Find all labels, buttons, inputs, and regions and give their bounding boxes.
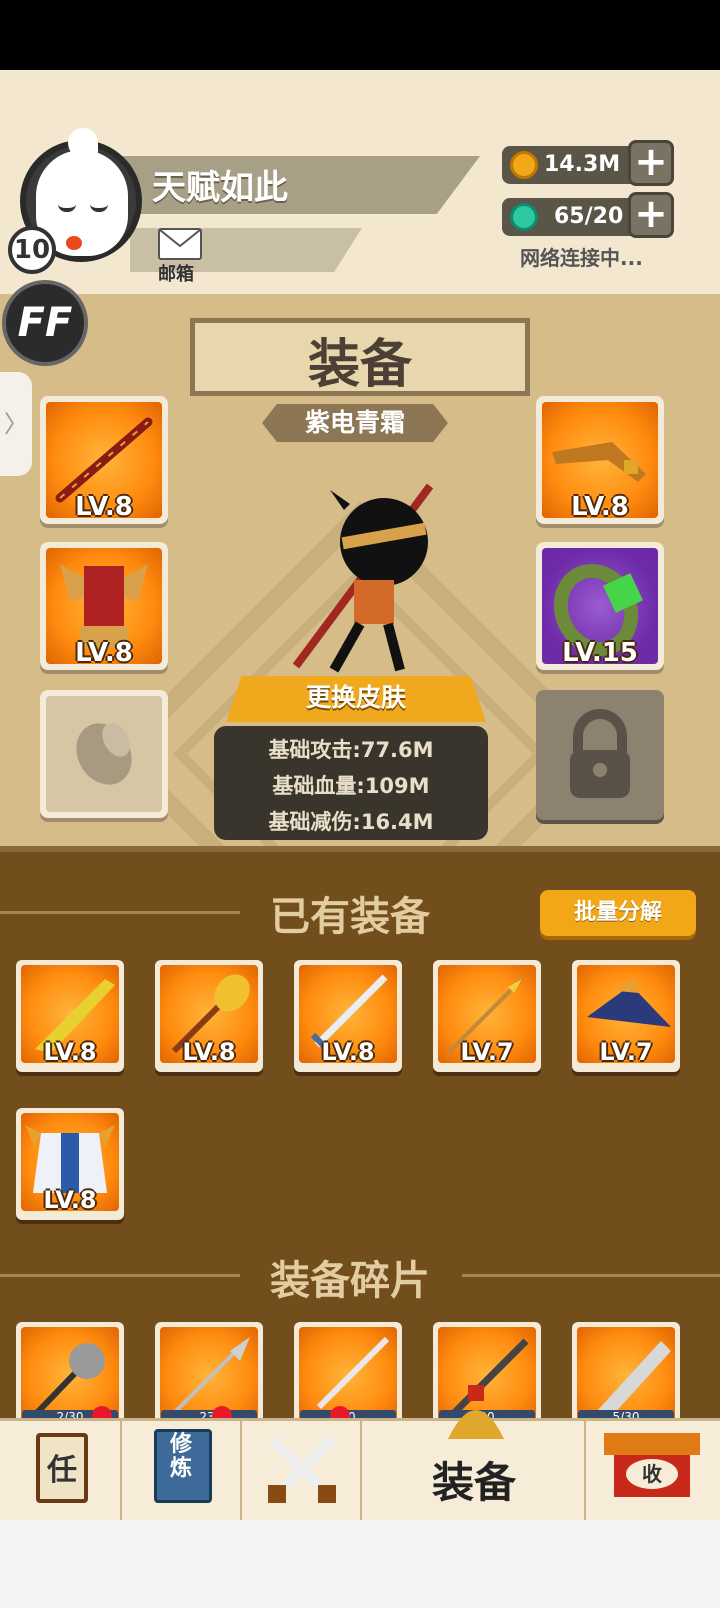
fragments-title: 装备碎片 <box>270 1258 430 1304</box>
inventory-item[interactable]: LV.8 <box>16 1108 124 1220</box>
slot-empty[interactable] <box>40 690 168 818</box>
slot-locked[interactable] <box>536 690 664 820</box>
item-level: LV.8 <box>43 1038 97 1066</box>
player-level-badge: 10 <box>8 226 56 274</box>
hero-character <box>290 470 450 680</box>
add-gold-button[interactable]: + <box>628 140 674 186</box>
stats-panel: 基础攻击:77.6M 基础血量:109M 基础减伤:16.4M <box>214 726 488 840</box>
coin-icon <box>510 151 538 179</box>
inventory-item[interactable]: LV.8 <box>155 960 263 1072</box>
skin-name: 紫电青霜 <box>304 408 405 437</box>
mail-icon[interactable] <box>158 228 202 260</box>
slot-armor[interactable]: LV.8 <box>40 542 168 670</box>
fragment-item[interactable]: 23/ <box>155 1322 263 1420</box>
owned-equipment-title: 已有装备 <box>270 894 430 940</box>
ff-button[interactable]: FF <box>2 280 88 366</box>
stat-hp: 基础血量:109M <box>272 774 430 798</box>
slot-level: LV.8 <box>571 492 629 522</box>
side-drawer-tab[interactable]: 〉 <box>0 372 32 476</box>
slot-accessory[interactable]: LV.8 <box>536 396 664 524</box>
helmet-icon <box>448 1385 504 1439</box>
stat-reduction: 基础减伤:16.4M <box>268 810 434 834</box>
slot-level: LV.8 <box>75 638 133 668</box>
lock-icon <box>570 709 630 798</box>
item-level: LV.7 <box>460 1038 514 1066</box>
gem-amount: 65/20 <box>554 204 624 229</box>
bottom-nav: 任 修炼 装备 收 <box>0 1385 720 1523</box>
nav-tab-tasks[interactable]: 任 <box>0 1421 122 1523</box>
nav-tab-shop[interactable]: 收 <box>586 1421 720 1523</box>
crossed-swords-icon <box>268 1435 336 1503</box>
status-bar <box>0 0 720 70</box>
nav-tab-equipment[interactable]: 装备 <box>362 1385 586 1523</box>
inventory-item[interactable]: LV.7 <box>572 960 680 1072</box>
add-gem-button[interactable]: + <box>628 192 674 238</box>
change-skin-label[interactable]: 更换皮肤 <box>226 678 486 714</box>
player-name: 天赋如此 <box>152 168 288 208</box>
fragment-item[interactable]: 30 <box>294 1322 402 1420</box>
fragments-row: 2/30 23/ 30 30 5/30 <box>0 1320 720 1420</box>
system-nav-area <box>0 1520 720 1608</box>
nav-tab-cultivate[interactable]: 修炼 <box>122 1421 242 1523</box>
shop-roof-icon <box>604 1433 700 1455</box>
item-level: LV.8 <box>182 1038 236 1066</box>
item-level: LV.8 <box>321 1038 375 1066</box>
stat-attack: 基础攻击:77.6M <box>268 738 434 762</box>
inventory-item[interactable]: LV.8 <box>16 960 124 1072</box>
blade-icon <box>316 1336 390 1410</box>
fragment-item[interactable]: 2/30 <box>16 1322 124 1420</box>
gold-amount: 14.3M <box>544 152 621 177</box>
slot-ring[interactable]: LV.15 <box>536 542 664 670</box>
equipment-title: 装备 <box>307 335 412 395</box>
gem-icon <box>510 203 538 231</box>
network-status: 网络连接中... <box>520 246 643 270</box>
batch-decompose-button[interactable]: 批量分解 <box>540 890 696 936</box>
fragment-item[interactable]: 5/30 <box>572 1322 680 1420</box>
inventory-item[interactable]: LV.7 <box>433 960 541 1072</box>
item-level: LV.7 <box>599 1038 653 1066</box>
inventory-item[interactable]: LV.8 <box>294 960 402 1072</box>
item-level: LV.8 <box>43 1186 97 1214</box>
nav-tab-battle[interactable] <box>242 1421 362 1523</box>
slot-weapon[interactable]: LV.8 <box>40 396 168 524</box>
bracer-placeholder-icon <box>76 723 132 785</box>
mail-label[interactable]: 邮箱 <box>158 260 194 286</box>
slot-level: LV.8 <box>75 492 133 522</box>
cleaver-icon <box>597 1341 671 1417</box>
slot-level: LV.15 <box>562 638 638 668</box>
halberd-icon <box>166 1337 250 1420</box>
